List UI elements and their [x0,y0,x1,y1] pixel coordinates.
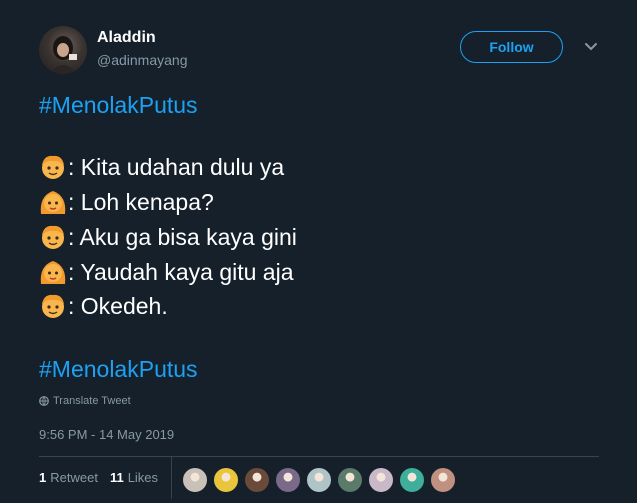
translate-tweet-link[interactable]: Translate Tweet [39,395,131,407]
hashtag-link-bottom[interactable]: #MenolakPutus [39,356,198,383]
liker-avatar[interactable] [213,467,239,493]
author-name[interactable]: Aladdin [97,29,156,47]
dialogue-line: : Kita udahan dulu ya [39,152,284,182]
liker-avatar[interactable] [182,467,208,493]
follow-button[interactable]: Follow [460,31,563,63]
chevron-down-icon[interactable] [584,42,598,52]
retweet-count: 1 [39,470,47,485]
dialogue-text: : Yaudah kaya gitu aja [68,258,294,285]
liker-avatar[interactable] [337,467,363,493]
liker-avatar[interactable] [275,467,301,493]
dialogue-text: : Loh kenapa? [68,188,214,215]
likes-label: Likes [127,470,159,485]
retweet-stat[interactable]: 1 Retweet [39,470,98,485]
likes-stat[interactable]: 11 Likes [110,470,158,485]
author-avatar[interactable] [39,26,87,74]
boy-emoji-icon [42,294,64,318]
divider [39,456,599,457]
girl-emoji-icon [40,191,66,214]
dialogue-line: : Okedeh. [39,291,168,321]
girl-emoji-icon [40,261,66,284]
globe-icon [39,396,49,406]
likes-count: 11 [109,470,124,485]
tweet-stats: 1 Retweet 11 Likes [39,470,170,485]
tweet-timestamp[interactable]: 9:56 PM - 14 May 2019 [39,427,174,442]
dialogue-text: : Okedeh. [68,292,168,319]
translate-label: Translate Tweet [53,395,131,407]
liker-avatar[interactable] [430,467,456,493]
liker-avatars [182,467,461,493]
liker-avatar[interactable] [368,467,394,493]
boy-emoji-icon [42,225,64,249]
liker-avatar[interactable] [244,467,270,493]
hashtag-link-top[interactable]: #MenolakPutus [39,92,198,119]
boy-emoji-icon [42,155,64,179]
dialogue-text: : Aku ga bisa kaya gini [68,223,297,250]
liker-avatar[interactable] [399,467,425,493]
retweet-label: Retweet [50,470,98,485]
liker-avatar[interactable] [306,467,332,493]
dialogue-text: : Kita udahan dulu ya [68,153,285,180]
dialogue-line: : Aku ga bisa kaya gini [39,222,297,252]
dialogue-line: : Loh kenapa? [39,187,214,217]
author-handle[interactable]: @adinmayang [97,52,188,68]
stats-separator [171,457,172,499]
dialogue-line: : Yaudah kaya gitu aja [39,257,294,287]
